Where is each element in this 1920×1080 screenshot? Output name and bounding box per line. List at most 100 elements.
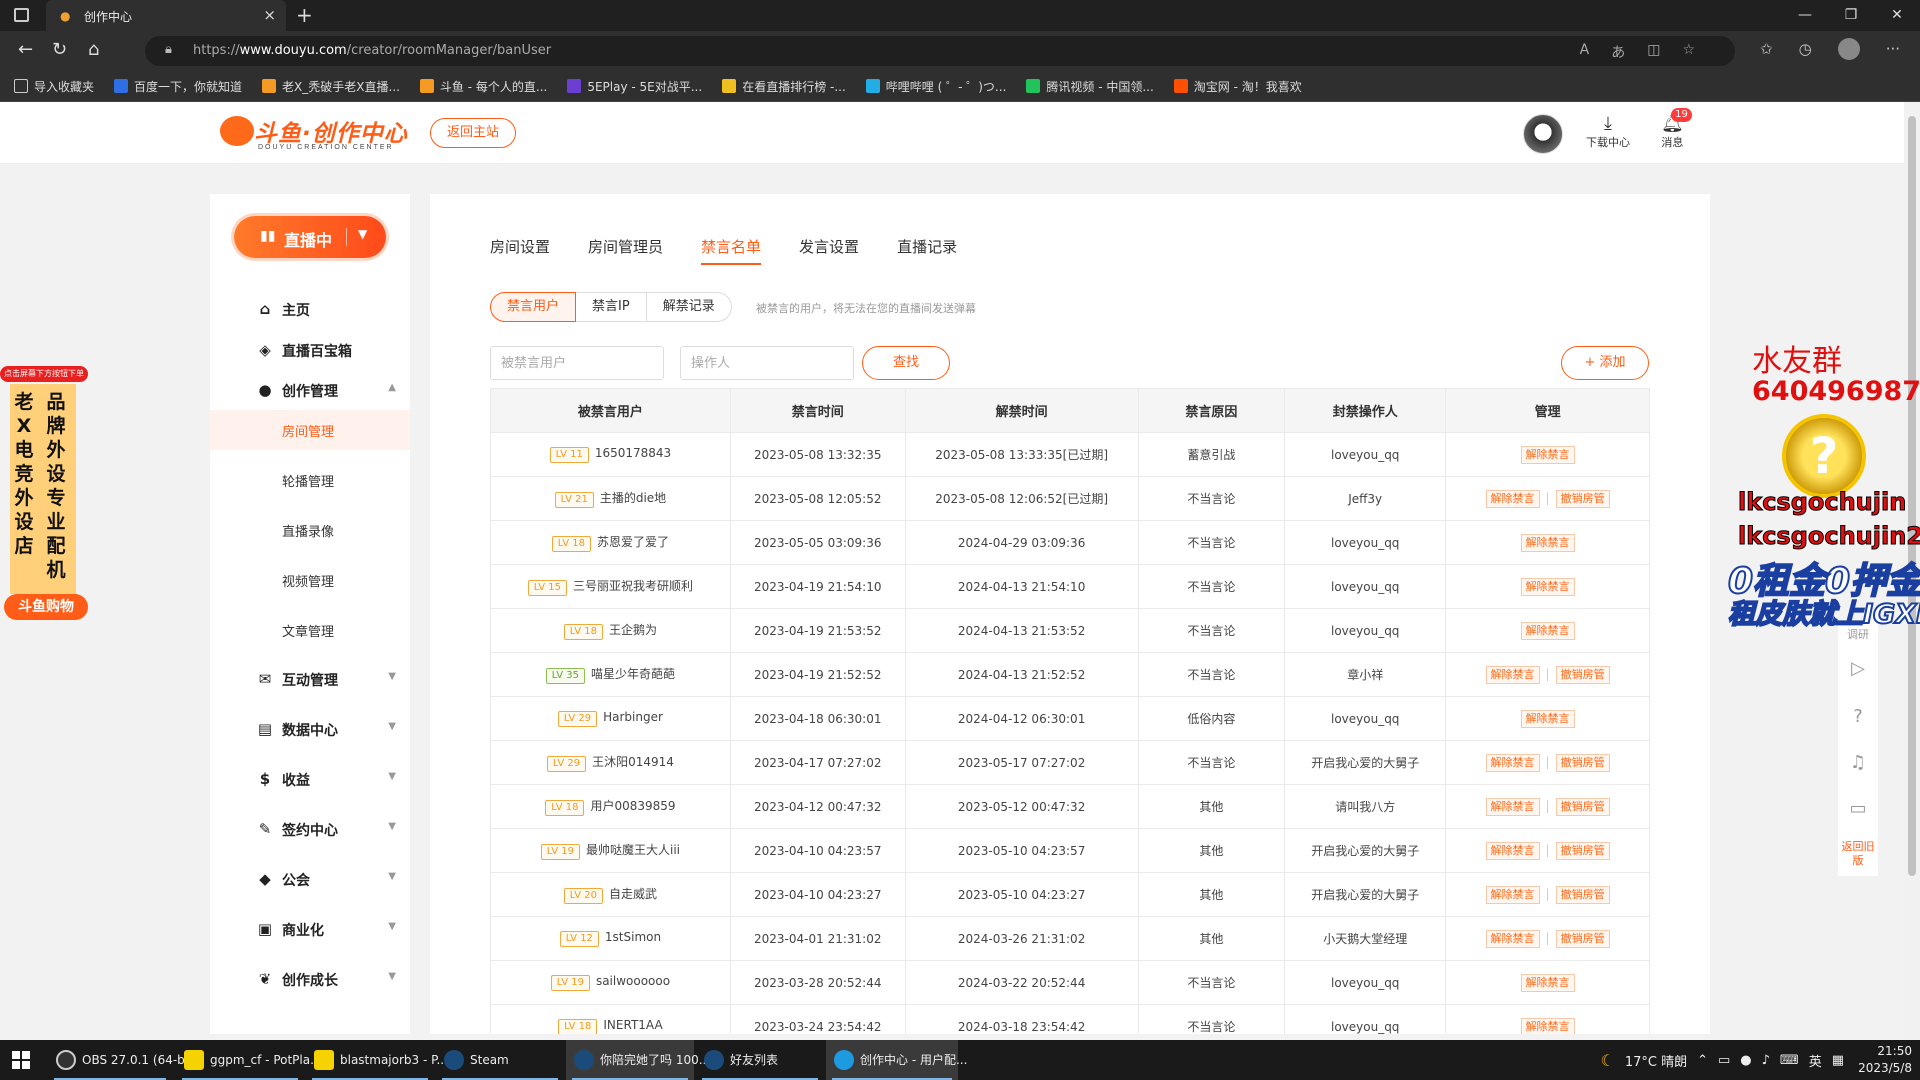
restore-icon[interactable]: ❐ [1828, 0, 1874, 31]
new-tab-icon[interactable]: + [296, 3, 313, 27]
live-status-button[interactable]: ▮▮ 直播中 ▼ [234, 216, 386, 258]
sidebar-item-guild[interactable]: ◆ 公会 ▼ [210, 860, 410, 898]
tray-apps-icon[interactable]: ⌃ [1697, 1053, 1708, 1068]
revoke-admin-button[interactable]: 撤销房管 [1555, 885, 1610, 904]
sidebar-item-toolbox[interactable]: ◈ 直播百宝箱 [210, 331, 410, 369]
taskbar-app-steam[interactable]: Steam [436, 1040, 564, 1080]
add-favorite-icon[interactable]: ☆ [1682, 42, 1695, 62]
tab-chat-settings[interactable]: 发言设置 [799, 236, 859, 265]
username[interactable]: 1650178843 [595, 446, 671, 460]
username[interactable]: 王企鹅为 [609, 623, 657, 637]
old-version-link[interactable]: 返回旧版 [1838, 840, 1878, 868]
bookmark-item[interactable]: 腾讯视频 - 中国领... [1026, 78, 1154, 95]
unban-button[interactable]: 解除禁言 [1485, 929, 1540, 948]
bookmark-item[interactable]: 在看直播排行榜 -... [722, 78, 846, 95]
caret-down-icon[interactable]: ▼ [358, 227, 367, 241]
video-play-icon[interactable]: ▷ [1838, 658, 1878, 679]
username[interactable]: 喵星少年奇葩葩 [591, 667, 675, 681]
download-center-button[interactable]: ⤓ 下载中心 [1586, 114, 1630, 150]
bookmark-item[interactable]: 哔哩哔哩 ( ゜- ゜)つ... [865, 78, 1006, 95]
username[interactable]: 三号丽亚祝我考研顺利 [573, 579, 693, 593]
sidebar-subitem-videos[interactable]: 视频管理 [210, 560, 410, 600]
home-icon[interactable]: ⌂ [88, 39, 99, 60]
unban-button[interactable]: 解除禁言 [1520, 445, 1575, 464]
tab-room-settings[interactable]: 房间设置 [490, 236, 550, 265]
tab-live-history[interactable]: 直播记录 [897, 236, 957, 265]
url-field[interactable]: 🔒︎ https://www.douyu.com/creator/roomMan… [145, 36, 1735, 66]
microphone-icon[interactable]: ● [1740, 1053, 1751, 1068]
unban-button[interactable]: 解除禁言 [1485, 797, 1540, 816]
sidebar-subitem-recordings[interactable]: 直播录像 [210, 510, 410, 550]
unban-button[interactable]: 解除禁言 [1485, 885, 1540, 904]
calendar-grid-icon[interactable]: ▦ [1832, 1053, 1844, 1068]
favorites-icon[interactable]: ✩ [1760, 40, 1773, 60]
revoke-admin-button[interactable]: 撤销房管 [1555, 753, 1610, 772]
back-arrow-icon[interactable]: ← [18, 39, 33, 60]
refresh-icon[interactable]: ↻ [52, 39, 67, 60]
banned-user-search-input[interactable] [490, 346, 664, 380]
revoke-admin-button[interactable]: 撤销房管 [1555, 841, 1610, 860]
messages-button[interactable]: 🔔︎ 消息 19 [1661, 108, 1692, 150]
sidebar-item-data[interactable]: ▤ 数据中心 ▼ [210, 710, 410, 748]
unban-button[interactable]: 解除禁言 [1485, 841, 1540, 860]
minimize-icon[interactable]: — [1782, 0, 1828, 31]
unban-button[interactable]: 解除禁言 [1520, 1017, 1575, 1034]
taskbar-app-obs[interactable]: OBS 27.0.1 (64-bi... [48, 1040, 200, 1080]
bookmark-item[interactable]: 老X_秃破手老X直播... [262, 78, 400, 95]
read-aloud-icon[interactable]: A [1580, 42, 1590, 62]
sidebar-item-interaction[interactable]: ✉ 互动管理 ▼ [210, 660, 410, 698]
username[interactable]: 主播的die地 [600, 491, 666, 505]
bookmark-item[interactable]: 5EPlay - 5E对战平... [567, 78, 702, 95]
taskbar-clock[interactable]: 21:50 2023/5/8 [1858, 1043, 1912, 1077]
revoke-admin-button[interactable]: 撤销房管 [1555, 929, 1610, 948]
sidebar-subitem-carousel[interactable]: 轮播管理 [210, 460, 410, 500]
unban-button[interactable]: 解除禁言 [1520, 533, 1575, 552]
close-tab-icon[interactable]: × [263, 6, 276, 24]
sidebar-subitem-room-manage[interactable]: 房间管理 [210, 410, 410, 450]
weather-text[interactable]: 17°C 晴朗 [1625, 1051, 1687, 1070]
subtab-banned-users[interactable]: 禁言用户 [490, 292, 577, 322]
sidebar-item-business[interactable]: ▣ 商业化 ▼ [210, 910, 410, 948]
username[interactable]: sailwoooooo [596, 974, 670, 988]
bookmark-item[interactable]: 斗鱼 - 每个人的直... [419, 78, 547, 95]
tab-actions-icon[interactable] [14, 8, 29, 22]
network-icon[interactable]: ▭ [1718, 1053, 1730, 1068]
taskbar-app-potplayer-2[interactable]: blastmajorb3 - P... [306, 1040, 448, 1080]
profile-avatar[interactable] [1837, 38, 1860, 60]
tab-ban-list[interactable]: 禁言名单 [701, 236, 762, 265]
sidebar-item-home[interactable]: ⌂ 主页 [210, 290, 410, 328]
browser-tab-active[interactable]: ● 创作中心 × [46, 0, 286, 31]
operator-search-input[interactable] [680, 346, 854, 380]
subtab-unban-history[interactable]: 解禁记录 [645, 292, 732, 322]
volume-icon[interactable]: ♪ [1762, 1053, 1770, 1068]
sidebar-item-contract[interactable]: ✎ 签约中心 ▼ [210, 810, 410, 848]
lock-icon[interactable]: 🔒︎ [165, 42, 172, 57]
headset-icon[interactable]: ♫ [1838, 752, 1878, 773]
shop-button[interactable]: 斗鱼购物 [4, 594, 88, 620]
windows-start-icon[interactable] [12, 1051, 30, 1069]
more-menu-icon[interactable]: ··· [1886, 40, 1900, 60]
revoke-admin-button[interactable]: 撤销房管 [1555, 797, 1610, 816]
taskbar-app-friends[interactable]: 好友列表 [696, 1040, 824, 1080]
taskbar-app-potplayer[interactable]: ggpm_cf - PotPla... [176, 1040, 322, 1080]
username[interactable]: INERT1AA [603, 1018, 662, 1032]
sidebar-item-growth[interactable]: ❦ 创作成长 ▼ [210, 960, 410, 998]
search-button[interactable]: 查找 [862, 346, 950, 380]
unban-button[interactable]: 解除禁言 [1485, 665, 1540, 684]
add-ban-button[interactable]: + 添加 [1561, 346, 1649, 380]
unban-button[interactable]: 解除禁言 [1485, 489, 1540, 508]
username[interactable]: Harbinger [603, 710, 663, 724]
unban-button[interactable]: 解除禁言 [1520, 577, 1575, 596]
username[interactable]: 王沐阳014914 [592, 755, 674, 769]
help-icon[interactable]: ? [1838, 706, 1878, 727]
username[interactable]: 苏恩爱了爱了 [597, 535, 669, 549]
bookmark-item[interactable]: 百度一下，你就知道 [114, 78, 242, 95]
unban-button[interactable]: 解除禁言 [1485, 753, 1540, 772]
monitor-icon[interactable]: ▭ [1838, 798, 1878, 819]
window-close-icon[interactable]: ✕ [1874, 0, 1920, 31]
sidebar-subitem-articles[interactable]: 文章管理 [210, 610, 410, 650]
username[interactable]: 最帅哒魔王大人iii [586, 843, 680, 857]
username[interactable]: 1stSimon [605, 930, 661, 944]
user-avatar[interactable] [1523, 114, 1563, 154]
bookmark-item[interactable]: 导入收藏夹 [14, 78, 94, 95]
